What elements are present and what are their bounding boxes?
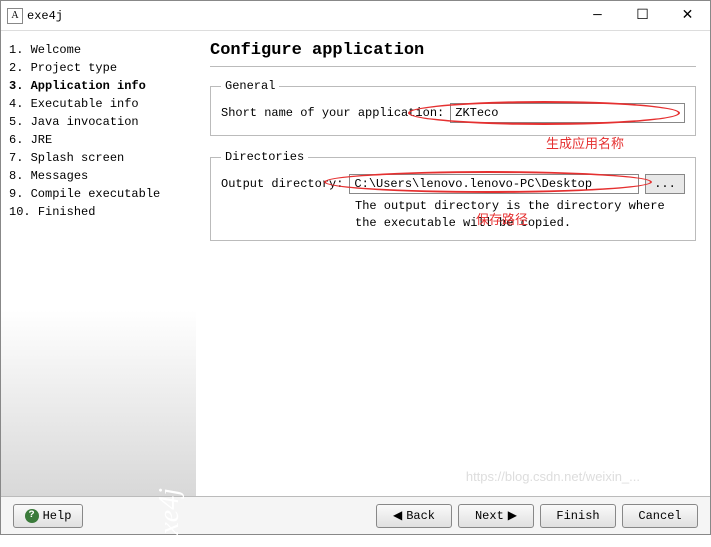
short-name-input[interactable] bbox=[450, 103, 685, 123]
directories-legend: Directories bbox=[221, 150, 308, 164]
footer: ? Help ◀ Back Next ▶ Finish Cancel bbox=[1, 496, 710, 534]
general-fieldset: General Short name of your application: bbox=[210, 79, 696, 136]
arrow-right-icon: ▶ bbox=[508, 508, 517, 523]
content-panel: Configure application General Short name… bbox=[196, 31, 710, 496]
sidebar-item-splash-screen[interactable]: 7. Splash screen bbox=[9, 149, 188, 167]
short-name-label: Short name of your application: bbox=[221, 106, 444, 120]
page-title: Configure application bbox=[210, 41, 696, 67]
help-icon: ? bbox=[25, 509, 39, 523]
sidebar-item-project-type[interactable]: 2. Project type bbox=[9, 59, 188, 77]
app-icon: A bbox=[7, 8, 23, 24]
output-dir-input[interactable] bbox=[349, 174, 639, 194]
output-dir-hint: The output directory is the directory wh… bbox=[355, 198, 685, 232]
sidebar-item-application-info[interactable]: 3. Application info bbox=[9, 77, 188, 95]
sidebar-item-messages[interactable]: 8. Messages bbox=[9, 167, 188, 185]
titlebar: A exe4j ─ ☐ ✕ bbox=[1, 1, 710, 31]
directories-fieldset: Directories Output directory: ... The ou… bbox=[210, 150, 696, 241]
wizard-sidebar: 1. Welcome 2. Project type 3. Applicatio… bbox=[1, 31, 196, 496]
arrow-left-icon: ◀ bbox=[393, 508, 402, 523]
watermark: https://blog.csdn.net/weixin_... bbox=[466, 469, 640, 484]
output-dir-label: Output directory: bbox=[221, 177, 343, 191]
back-button[interactable]: ◀ Back bbox=[376, 504, 452, 528]
help-button[interactable]: ? Help bbox=[13, 504, 83, 528]
close-button[interactable]: ✕ bbox=[665, 1, 710, 30]
sidebar-item-executable-info[interactable]: 4. Executable info bbox=[9, 95, 188, 113]
sidebar-item-java-invocation[interactable]: 5. Java invocation bbox=[9, 113, 188, 131]
main-area: 1. Welcome 2. Project type 3. Applicatio… bbox=[1, 31, 710, 496]
maximize-button[interactable]: ☐ bbox=[620, 1, 665, 30]
window-title: exe4j bbox=[27, 9, 575, 23]
browse-button[interactable]: ... bbox=[645, 174, 685, 194]
finish-button[interactable]: Finish bbox=[540, 504, 616, 528]
brand-logo: exe4j bbox=[154, 488, 186, 547]
cancel-button[interactable]: Cancel bbox=[622, 504, 698, 528]
sidebar-item-finished[interactable]: 10. Finished bbox=[9, 203, 188, 221]
sidebar-item-jre[interactable]: 6. JRE bbox=[9, 131, 188, 149]
sidebar-item-compile-executable[interactable]: 9. Compile executable bbox=[9, 185, 188, 203]
minimize-button[interactable]: ─ bbox=[575, 1, 620, 30]
sidebar-item-welcome[interactable]: 1. Welcome bbox=[9, 41, 188, 59]
next-button[interactable]: Next ▶ bbox=[458, 504, 534, 528]
general-legend: General bbox=[221, 79, 279, 93]
